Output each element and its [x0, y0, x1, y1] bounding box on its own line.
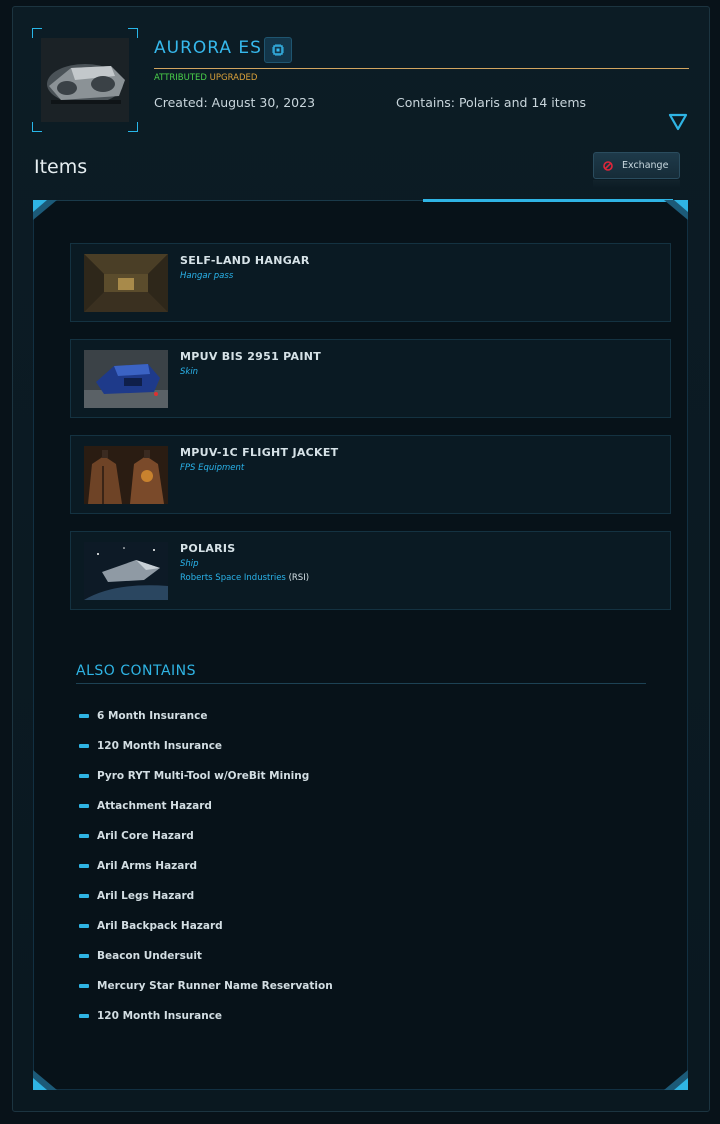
bullet-icon: [79, 894, 89, 898]
corner-bracket: [128, 122, 138, 132]
hangar-image: [84, 254, 168, 312]
chip-icon: [272, 44, 284, 56]
pledge-thumbnail: [32, 28, 138, 132]
list-item-label: Aril Arms Hazard: [97, 860, 198, 872]
list-item: 6 Month Insurance: [79, 709, 207, 723]
list-item: Mercury Star Runner Name Reservation: [79, 979, 333, 993]
bullet-icon: [79, 924, 89, 928]
items-heading: Items: [34, 156, 88, 178]
bullet-icon: [79, 984, 89, 988]
bullet-icon: [79, 714, 89, 718]
list-item: Aril Legs Hazard: [79, 889, 194, 903]
button-shadow: [593, 180, 680, 188]
item-card-paint[interactable]: MPUV BIS 2951 PAINT Skin: [70, 339, 671, 418]
contains-summary: Contains: Polaris and 14 items: [396, 95, 587, 110]
bullet-icon: [79, 834, 89, 838]
exchange-button[interactable]: Exchange: [593, 152, 680, 179]
list-item: Pyro RYT Multi-Tool w/OreBit Mining: [79, 769, 309, 783]
manufacturer-name: Roberts Space Industries: [180, 573, 286, 583]
list-item-label: Mercury Star Runner Name Reservation: [97, 980, 333, 992]
bullet-icon: [79, 864, 89, 868]
corner-bracket: [128, 28, 138, 38]
list-item: Aril Core Hazard: [79, 829, 194, 843]
pledge-title: AURORA ES: [154, 38, 262, 58]
ship-image: [41, 38, 129, 122]
item-name: POLARIS: [180, 542, 236, 555]
bullet-icon: [79, 804, 89, 808]
list-item-label: Pyro RYT Multi-Tool w/OreBit Mining: [97, 770, 310, 782]
status-tags: ATTRIBUTED UPGRADED: [154, 73, 257, 83]
item-card-polaris[interactable]: POLARIS Ship Roberts Space Industries (R…: [70, 531, 671, 610]
list-item-label: Aril Backpack Hazard: [97, 920, 223, 932]
chip-button[interactable]: [264, 37, 292, 63]
corner-bracket: [32, 28, 42, 38]
manufacturer-code: (RSI): [288, 573, 310, 583]
item-card-jacket[interactable]: MPUV-1C FLIGHT JACKET FPS Equipment: [70, 435, 671, 514]
title-divider: [154, 68, 689, 69]
also-contains-divider: [76, 683, 646, 684]
corner-bracket: [32, 122, 42, 132]
item-card-hangar[interactable]: SELF-LAND HANGAR Hangar pass: [70, 243, 671, 322]
bullet-icon: [79, 744, 89, 748]
corner-triangle-icon: [664, 1070, 688, 1090]
list-item-label: Beacon Undersuit: [97, 950, 202, 962]
paint-image: [84, 350, 168, 408]
list-item: Aril Backpack Hazard: [79, 919, 223, 933]
tag-upgraded: UPGRADED: [209, 73, 258, 83]
item-manufacturer: Roberts Space Industries (RSI): [180, 573, 309, 583]
jacket-image: [84, 446, 168, 504]
list-item-label: 120 Month Insurance: [97, 1010, 223, 1022]
created-date: Created: August 30, 2023: [154, 95, 316, 110]
item-name: MPUV BIS 2951 PAINT: [180, 350, 322, 363]
item-type: FPS Equipment: [180, 463, 245, 473]
list-item: Aril Arms Hazard: [79, 859, 197, 873]
polaris-image: [84, 542, 168, 600]
list-item-label: Aril Legs Hazard: [97, 890, 195, 902]
item-type: Ship: [180, 559, 199, 569]
list-item-label: Attachment Hazard: [97, 800, 212, 812]
list-item: 120 Month Insurance: [79, 1009, 222, 1023]
list-item-label: 6 Month Insurance: [97, 710, 208, 722]
item-name: SELF-LAND HANGAR: [180, 254, 310, 267]
corner-triangle-icon: [664, 200, 688, 220]
tag-attributed: ATTRIBUTED: [154, 73, 207, 83]
triangle-down-icon[interactable]: [668, 113, 688, 131]
exchange-label: Exchange: [622, 160, 669, 171]
item-type: Skin: [180, 367, 199, 377]
ban-icon: [603, 160, 613, 171]
list-item-label: 120 Month Insurance: [97, 740, 223, 752]
item-type: Hangar pass: [180, 271, 234, 281]
bullet-icon: [79, 954, 89, 958]
bullet-icon: [79, 774, 89, 778]
panel-top-highlight: [423, 199, 673, 202]
corner-triangle-icon: [33, 1070, 57, 1090]
also-contains-heading: ALSO CONTAINS: [76, 663, 197, 679]
bullet-icon: [79, 1014, 89, 1018]
list-item: 120 Month Insurance: [79, 739, 222, 753]
list-item-label: Aril Core Hazard: [97, 830, 194, 842]
item-name: MPUV-1C FLIGHT JACKET: [180, 446, 339, 459]
list-item: Attachment Hazard: [79, 799, 212, 813]
list-item: Beacon Undersuit: [79, 949, 202, 963]
corner-triangle-icon: [33, 200, 57, 220]
